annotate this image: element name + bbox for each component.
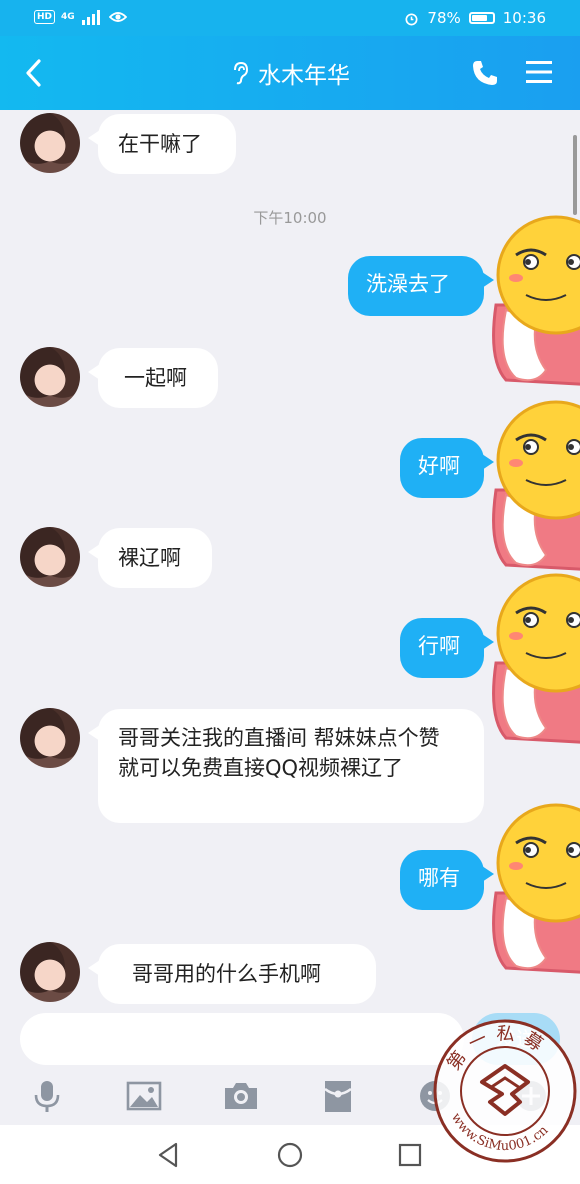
nav-back-triangle-icon[interactable]	[152, 1139, 184, 1171]
chat-header: 水木年华	[0, 36, 580, 110]
outgoing-message[interactable]: 好啊	[400, 438, 494, 498]
signal-icon	[81, 10, 100, 25]
phone-icon[interactable]	[470, 58, 500, 88]
sticker-avatar[interactable]	[486, 395, 580, 575]
incoming-message[interactable]: 哥哥用的什么手机啊	[88, 944, 376, 1004]
watermark-seal: 第一私募 www.SiMu001.cn	[433, 1019, 577, 1163]
ear-icon	[234, 61, 249, 85]
incoming-message[interactable]: 裸辽啊	[88, 528, 212, 588]
incoming-message[interactable]: 哥哥关注我的直播间 帮妹妹点个赞 就可以免费直接QQ视频裸辽了	[88, 709, 484, 823]
outgoing-message[interactable]: 洗澡去了	[348, 256, 494, 316]
hd-badge: HD	[34, 10, 56, 24]
contact-avatar[interactable]	[20, 113, 80, 173]
battery-percent: 78%	[427, 9, 461, 27]
image-icon[interactable]	[125, 1077, 163, 1115]
sticker-avatar[interactable]	[486, 568, 580, 748]
contact-name: 水木年华	[258, 63, 350, 89]
outgoing-message[interactable]: 哪有	[400, 850, 494, 910]
menu-icon[interactable]	[524, 58, 554, 86]
incoming-message[interactable]: 在干嘛了	[88, 114, 236, 174]
incoming-message[interactable]: 一起啊	[88, 348, 218, 408]
contact-avatar[interactable]	[20, 942, 80, 1002]
scrollbar[interactable]	[573, 135, 577, 215]
sticker-avatar[interactable]	[486, 210, 580, 390]
microphone-icon[interactable]	[28, 1077, 66, 1115]
status-right: 78% 10:36	[404, 9, 546, 27]
chat-area[interactable]: 在干嘛了 下午10:00 洗澡去了 一起啊 好啊 裸辽啊 行啊 哥哥关注我的直播…	[0, 110, 580, 1005]
red-packet-icon[interactable]	[319, 1077, 357, 1115]
message-input[interactable]	[20, 1013, 464, 1065]
alarm-icon	[405, 12, 418, 25]
nav-recents-square-icon[interactable]	[394, 1139, 426, 1171]
eye-icon	[108, 12, 127, 22]
contact-avatar[interactable]	[20, 527, 80, 587]
status-bar: HD 4G 78% 10:36	[0, 0, 580, 36]
sticker-avatar[interactable]	[486, 798, 580, 978]
contact-avatar[interactable]	[20, 708, 80, 768]
camera-icon[interactable]	[222, 1077, 260, 1115]
nav-home-circle-icon[interactable]	[274, 1139, 306, 1171]
contact-avatar[interactable]	[20, 347, 80, 407]
outgoing-message[interactable]: 行啊	[400, 618, 494, 678]
clock: 10:36	[502, 9, 546, 27]
status-left: HD 4G	[34, 9, 127, 25]
battery-icon	[468, 12, 495, 24]
network-type: 4G	[61, 12, 75, 22]
